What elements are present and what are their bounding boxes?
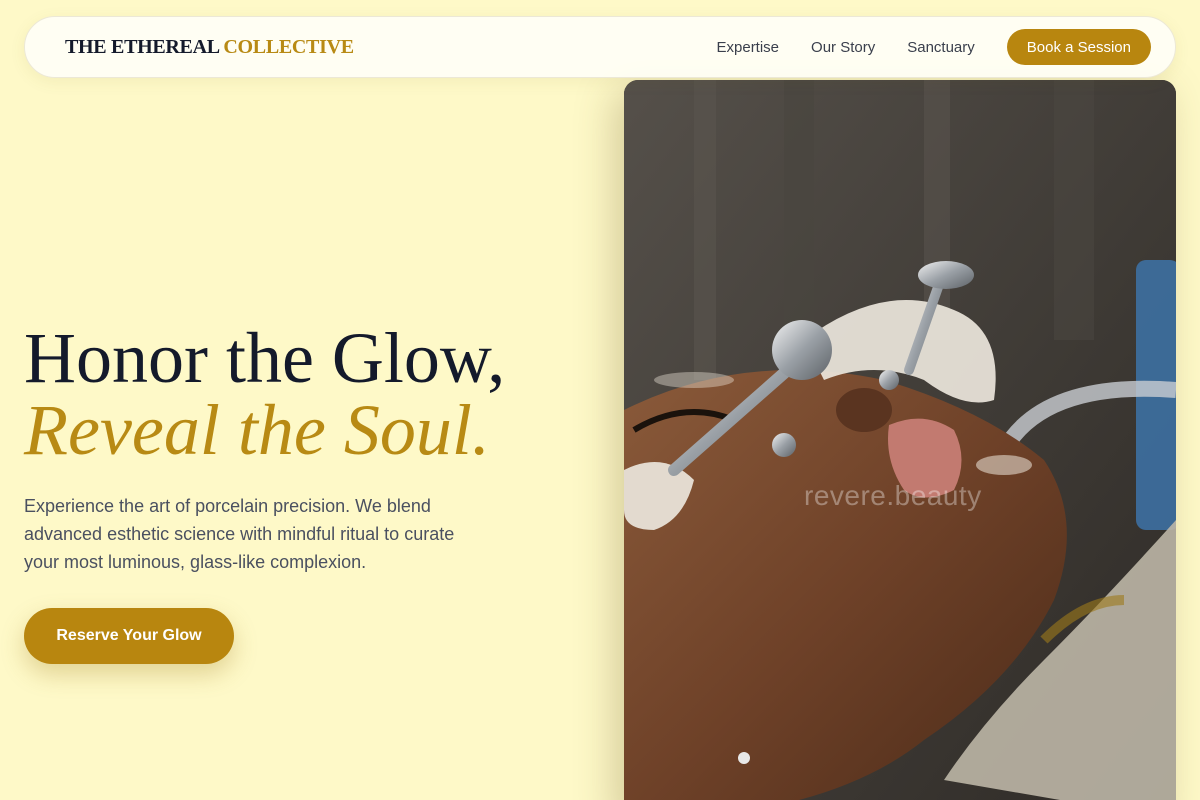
reserve-glow-button[interactable]: Reserve Your Glow [24, 608, 234, 664]
hero-description: Experience the art of porcelain precisio… [24, 496, 455, 572]
nav-link-sanctuary[interactable]: Sanctuary [907, 39, 975, 56]
hero-title-line1: Honor the Glow, [24, 318, 506, 398]
brand-name-primary: THE ETHEREAL [65, 35, 219, 58]
book-session-button[interactable]: Book a Session [1006, 29, 1151, 65]
brand-logo[interactable]: THE ETHEREAL COLLECTIVE [65, 36, 354, 59]
hero-image: revere.beauty [624, 80, 1176, 800]
navbar: THE ETHEREAL COLLECTIVE Expertise Our St… [24, 16, 1176, 78]
hero-title-line2: Reveal the Soul. [24, 390, 490, 470]
image-watermark: revere.beauty [804, 480, 982, 511]
landing-page: THE ETHEREAL COLLECTIVE Expertise Our St… [0, 0, 1200, 800]
brand-name-accent: COLLECTIVE [223, 35, 354, 58]
facial-treatment-illustration [624, 80, 1176, 800]
nav-links: Expertise Our Story Sanctuary Book a Ses… [717, 29, 1151, 65]
hero-title: Honor the Glow, Reveal the Soul. [24, 322, 505, 466]
nav-link-our-story[interactable]: Our Story [811, 39, 875, 56]
nav-link-expertise[interactable]: Expertise [717, 39, 780, 56]
